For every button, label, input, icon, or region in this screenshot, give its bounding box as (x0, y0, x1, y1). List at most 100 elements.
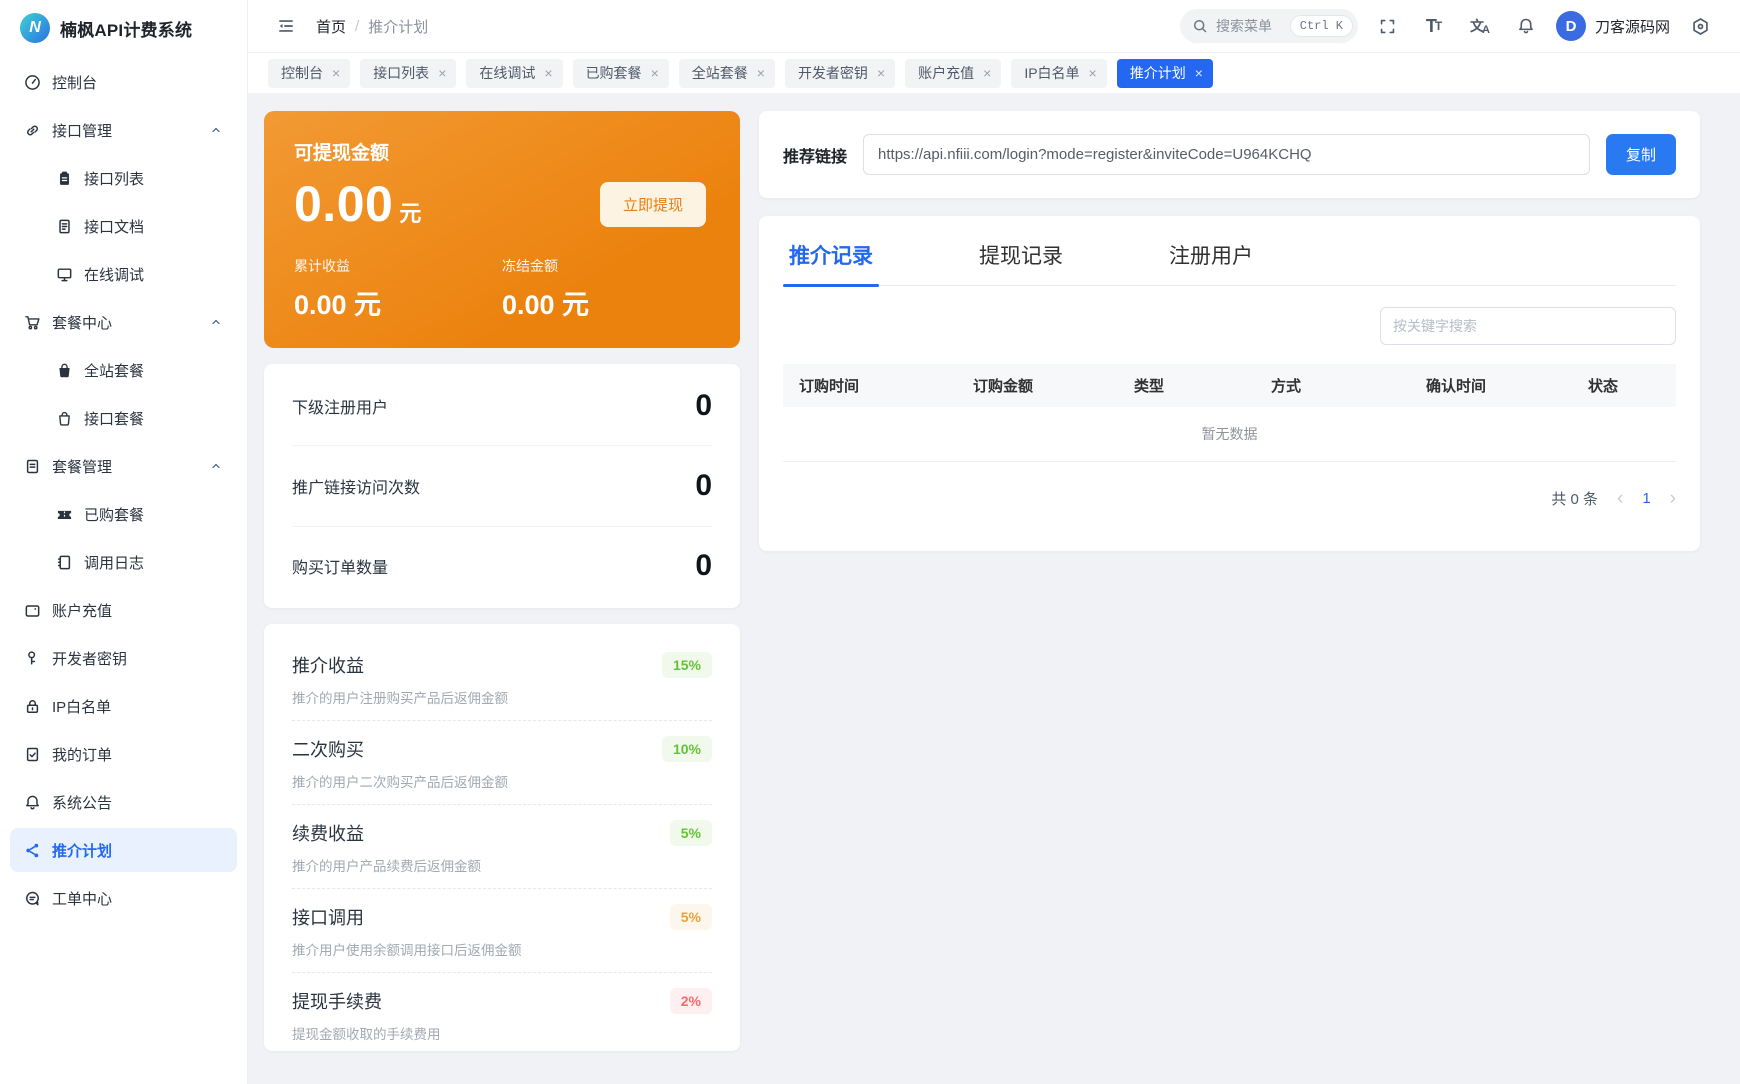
sidebar-item-ip-whitelist[interactable]: IP白名单 (10, 684, 237, 728)
sidebar-item-api-list[interactable]: 接口列表 (10, 156, 237, 200)
prev-page-icon[interactable]: ‹ (1617, 489, 1623, 508)
tab-chip-console[interactable]: 控制台× (268, 59, 350, 88)
package-center-icon (24, 314, 41, 331)
sidebar-item-online-debug[interactable]: 在线调试 (10, 252, 237, 296)
sidebar-item-api-management[interactable]: 接口管理 (10, 108, 237, 152)
breadcrumb-separator: / (355, 18, 359, 35)
commission-row-referral-earnings: 推介收益 15% 推介的用户注册购买产品后返佣金额 (292, 637, 712, 721)
close-icon[interactable]: × (757, 66, 765, 80)
menu-search-box[interactable]: 搜索菜单 Ctrl K (1180, 9, 1358, 43)
close-icon[interactable]: × (544, 66, 552, 80)
share-icon (24, 842, 41, 859)
column-method: 方式 (1263, 375, 1418, 396)
commission-row-renewal-earnings: 续费收益 5% 推介的用户产品续费后返佣金额 (292, 805, 712, 889)
font-size-icon[interactable]: TT (1418, 10, 1450, 42)
close-icon[interactable]: × (438, 66, 446, 80)
settings-gear-icon[interactable] (1684, 10, 1716, 42)
notification-bell-icon[interactable] (1510, 10, 1542, 42)
breadcrumb-home[interactable]: 首页 (316, 16, 346, 37)
sidebar-item-my-orders[interactable]: 我的订单 (10, 732, 237, 776)
sidebar-item-referral-plan[interactable]: 推介计划 (10, 828, 237, 872)
stat-row-purchase-orders: 购买订单数量 0 (292, 527, 712, 606)
sidebar-menu: 控制台 接口管理 接口列表 接口文档 在线调试 套餐中心 全站套餐 (0, 56, 247, 1084)
main-area: 首页 / 推介计划 搜索菜单 Ctrl K TT 文A D 刀客源码网 控制台×… (248, 0, 1740, 1084)
records-tabs: 推介记录 提现记录 注册用户 (783, 240, 1676, 286)
package-manage-icon (24, 458, 41, 475)
referral-link-label: 推荐链接 (783, 143, 847, 167)
tab-chip-api-list[interactable]: 接口列表× (360, 59, 456, 88)
announcement-bell-icon (24, 794, 41, 811)
sidebar-item-api-package[interactable]: 接口套餐 (10, 396, 237, 440)
commission-row-api-call: 接口调用 5% 推介用户使用余额调用接口后返佣金额 (292, 889, 712, 973)
stat-row-link-visits: 推广链接访问次数 0 (292, 446, 712, 526)
close-icon[interactable]: × (877, 66, 885, 80)
commission-row-withdraw-fee: 提现手续费 2% 提现金额收取的手续费用 (292, 973, 712, 1056)
column-type: 类型 (1126, 375, 1263, 396)
sidebar-item-site-package[interactable]: 全站套餐 (10, 348, 237, 392)
app-title: 楠枫API计费系统 (60, 16, 192, 41)
rate-badge: 15% (662, 652, 712, 678)
tab-chip-recharge[interactable]: 账户充值× (905, 59, 1001, 88)
close-icon[interactable]: × (1089, 66, 1097, 80)
column-status: 状态 (1580, 375, 1668, 396)
close-icon[interactable]: × (651, 66, 659, 80)
next-page-icon[interactable]: › (1670, 489, 1676, 508)
tab-chip-site-package[interactable]: 全站套餐× (679, 59, 775, 88)
tab-chip-online-debug[interactable]: 在线调试× (466, 59, 562, 88)
close-icon[interactable]: × (983, 66, 991, 80)
api-list-icon (56, 170, 73, 187)
referral-link-input[interactable] (863, 134, 1590, 175)
sidebar-item-package-center[interactable]: 套餐中心 (10, 300, 237, 344)
withdrawable-amount: 0.00元 (294, 175, 422, 233)
copy-link-button[interactable]: 复制 (1606, 134, 1676, 175)
page-content: 可提现金额 0.00元 立即提现 累计收益 0.00 元 冻结金额 0.00 元 (248, 93, 1740, 1084)
close-icon[interactable]: × (1195, 66, 1203, 80)
column-order-time: 订购时间 (791, 375, 965, 396)
close-icon[interactable]: × (332, 66, 340, 80)
dashboard-icon (24, 74, 41, 91)
column-confirm-time: 确认时间 (1418, 375, 1580, 396)
site-package-icon (56, 362, 73, 379)
translate-icon[interactable]: 文A (1464, 10, 1496, 42)
top-header: 首页 / 推介计划 搜索菜单 Ctrl K TT 文A D 刀客源码网 (248, 0, 1740, 52)
sidebar-item-recharge[interactable]: 账户充值 (10, 588, 237, 632)
tab-withdraw-records[interactable]: 提现记录 (973, 240, 1069, 285)
api-management-icon (24, 122, 41, 139)
sidebar-item-call-log[interactable]: 调用日志 (10, 540, 237, 584)
wallet-card-title: 可提现金额 (294, 138, 710, 165)
user-menu[interactable]: D 刀客源码网 (1556, 11, 1670, 41)
chevron-up-icon (209, 315, 223, 329)
fullscreen-icon[interactable] (1372, 10, 1404, 42)
ticket-center-chat-icon (24, 890, 41, 907)
records-card: 推介记录 提现记录 注册用户 订购时间 订购金额 类型 方式 确认时间 状态 暂… (759, 216, 1700, 551)
chevron-up-icon (209, 123, 223, 137)
breadcrumb-current: 推介计划 (368, 16, 428, 37)
tab-chip-ip-whitelist[interactable]: IP白名单× (1011, 59, 1106, 88)
keyword-search-input[interactable] (1380, 307, 1676, 345)
tab-registered-users[interactable]: 注册用户 (1163, 240, 1259, 285)
frozen-amount-stat: 冻结金额 0.00 元 (502, 256, 710, 322)
ip-whitelist-lock-icon (24, 698, 41, 715)
sidebar-item-api-docs[interactable]: 接口文档 (10, 204, 237, 248)
open-tabs-bar: 控制台× 接口列表× 在线调试× 已购套餐× 全站套餐× 开发者密钥× 账户充值… (248, 52, 1740, 93)
sidebar-item-developer-key[interactable]: 开发者密钥 (10, 636, 237, 680)
withdraw-now-button[interactable]: 立即提现 (600, 182, 706, 227)
sidebar-item-console[interactable]: 控制台 (10, 60, 237, 104)
commission-row-second-purchase: 二次购买 10% 推介的用户二次购买产品后返佣金额 (292, 721, 712, 805)
tab-referral-records[interactable]: 推介记录 (783, 240, 879, 285)
page-number[interactable]: 1 (1642, 490, 1650, 507)
developer-key-icon (24, 650, 41, 667)
sidebar-item-package-manage[interactable]: 套餐管理 (10, 444, 237, 488)
sidebar-item-announcement[interactable]: 系统公告 (10, 780, 237, 824)
user-name: 刀客源码网 (1595, 16, 1670, 37)
tab-chip-purchased-package[interactable]: 已购套餐× (573, 59, 669, 88)
sidebar: N 楠枫API计费系统 控制台 接口管理 接口列表 接口文档 在线调试 套餐中心 (0, 0, 248, 1084)
tab-chip-referral-plan[interactable]: 推介计划× (1117, 59, 1213, 88)
tab-chip-developer-key[interactable]: 开发者密钥× (785, 59, 895, 88)
menu-collapse-icon[interactable] (270, 10, 302, 42)
sidebar-item-ticket-center[interactable]: 工单中心 (10, 876, 237, 920)
sidebar-item-purchased-package[interactable]: 已购套餐 (10, 492, 237, 536)
column-order-amount: 订购金额 (965, 375, 1126, 396)
left-column: 可提现金额 0.00元 立即提现 累计收益 0.00 元 冻结金额 0.00 元 (264, 111, 740, 1066)
breadcrumb: 首页 / 推介计划 (316, 16, 428, 37)
